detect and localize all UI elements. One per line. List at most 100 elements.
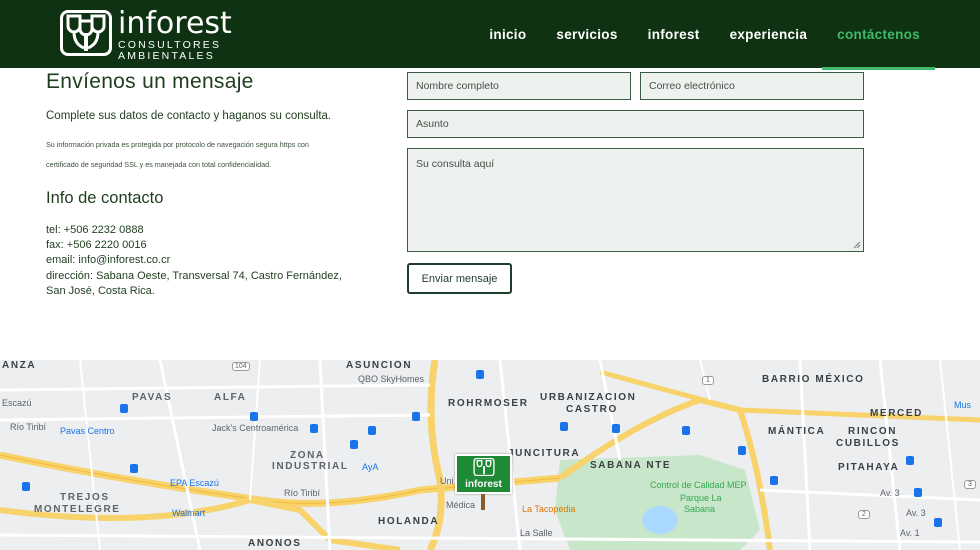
map-label-qbo: QBO SkyHomes [358,374,425,384]
brand-name: inforest [118,6,232,41]
contact-info-column: Envíenos un mensaje Complete sus datos d… [46,70,346,299]
map-label-montelegre: MONTELEGRE [34,504,121,515]
bus-stop-icon[interactable] [560,422,568,431]
bus-stop-icon[interactable] [310,424,318,433]
bus-stop-icon[interactable] [368,426,376,435]
contact-info-title: Info de contacto [46,189,164,207]
privacy-line-2: certificado de seguridad SSL y es maneja… [46,160,272,169]
map-label-juncitura: JUNCITURA [508,448,581,459]
subject-input[interactable]: Asunto [407,110,864,138]
nav-item-contactenos[interactable]: contáctenos [822,0,935,70]
bus-stop-icon[interactable] [934,518,942,527]
map-label-jacks: Jack's Centroamérica [212,423,299,433]
bus-stop-icon[interactable] [914,488,922,497]
map-label-parque: Parque La [680,493,722,503]
site-header: inforest CONSULTORES AMBIENTALES inicio … [0,0,980,70]
map-label-merced: MERCED [870,408,923,419]
page-title: Envíenos un mensaje [46,70,254,93]
route-104-shield: 104 [232,362,250,371]
map-label-asuncion: ASUNCIÓN [346,360,413,371]
bus-stop-icon[interactable] [22,482,30,491]
map-label-control: Control de Calidad MEP [650,480,747,490]
map-marker-inforest[interactable]: inforest [455,454,512,494]
map-label-holanda: HOLANDA [378,516,440,527]
map-label-medica: Médica [446,500,476,510]
lead-text: Complete sus datos de contacto y haganos… [46,110,332,122]
map-label-castro: CASTRO [566,404,618,415]
bus-stop-icon[interactable] [412,412,420,421]
map-label-rincon: RINCON [848,426,898,437]
map-label-rohrmoser: ROHRMOSER [448,398,529,409]
bus-stop-icon[interactable] [350,440,358,449]
route-1-shield: 1 [702,376,714,385]
nav-item-experiencia[interactable]: experiencia [730,0,808,68]
map-label-la-salle: La Salle [520,528,553,538]
map-label-trejos: TREJOS [60,492,110,503]
bus-stop-icon[interactable] [682,426,690,435]
map-label-alfa: ALFA [214,392,247,403]
map-label-industrial: INDUSTRIAL [272,461,349,472]
brand-logo[interactable]: inforest CONSULTORES AMBIENTALES [60,6,232,62]
map-label-escazu: Escazú [2,398,32,408]
privacy-note: Su información privada es protegida por … [46,135,346,175]
message-placeholder: Su consulta aquí [416,158,495,170]
bus-stop-icon[interactable] [130,464,138,473]
map-label-anonos: ANONOS [248,538,302,549]
route-2-shield: 2 [858,510,870,519]
brand-subtitle-2: AMBIENTALES [118,50,215,62]
map-label-epa: EPA Escazú [170,478,219,488]
map-label-urbanizacion: URBANIZACION [540,392,637,403]
map-label-zona: ZONA [290,450,325,461]
map-label-walmart: Walmart [172,508,206,518]
map-label-rio-tiribi-2: Río Tiribí [284,488,321,498]
bus-stop-icon[interactable] [612,424,620,433]
resize-handle-icon[interactable] [853,241,861,249]
privacy-line-1: Su información privada es protegida por … [46,140,309,149]
nav-item-inicio[interactable]: inicio [489,0,526,68]
map-label-barrio-mexico: BARRIO MÉXICO [762,374,865,385]
contact-details: tel: +506 2232 0888 fax: +506 2220 0016 … [46,223,346,299]
map-label-pavas: PAVAS [132,392,173,403]
main-nav: inicio servicios inforest experiencia co… [459,0,935,70]
nav-item-servicios[interactable]: servicios [556,0,617,68]
contact-address-1: dirección: Sabana Oeste, Transversal 74,… [46,269,342,282]
name-input[interactable]: Nombre completo [407,72,631,100]
email-input[interactable]: Correo electrónico [640,72,864,100]
name-placeholder: Nombre completo [416,80,499,92]
bus-stop-icon[interactable] [120,404,128,413]
map-label-sabana-nte: SABANA NTE [590,460,672,471]
map-label-anza: ANZA [2,360,37,371]
contact-email[interactable]: email: info@inforest.co.cr [46,253,346,268]
bus-stop-icon[interactable] [250,412,258,421]
contact-fax: fax: +506 2220 0016 [46,239,147,252]
map-label-pavas-centro: Pavas Centro [60,426,115,436]
map-label-rio-tiribi: Río Tiribí [10,422,47,432]
bus-stop-icon[interactable] [476,370,484,379]
map-label-mantica: MÁNTICA [768,426,826,437]
map-label-aya: AyA [362,462,379,472]
map-label-mus: Mus [954,400,972,410]
submit-button[interactable]: Enviar mensaje [407,263,512,294]
marker-stem [481,494,485,510]
bus-stop-icon[interactable] [738,446,746,455]
email-placeholder: Correo electrónico [649,80,735,92]
map-label-av1: Av. 1 [900,528,920,538]
map-label-pitahaya: PITAHAYA [838,462,900,473]
map-label-av3b: Av. 3 [906,508,926,518]
marker-label: inforest [465,479,502,490]
marker-logo-icon [472,457,495,477]
nav-item-inforest[interactable]: inforest [648,0,700,68]
map-label-la-tacopedia: La Tacopedia [522,504,576,514]
tree-logo-icon [60,10,112,56]
route-3-shield: 3 [964,480,976,489]
map-label-av3: Av. 3 [880,488,900,498]
map-label-uni: Uni [440,476,454,486]
subject-placeholder: Asunto [416,118,449,130]
map-label-cubillos: CUBILLOS [836,438,900,449]
map-label-sabana: Sabana [684,504,716,514]
contact-tel[interactable]: tel: +506 2232 0888 [46,223,346,238]
contact-address-2: San José, Costa Rica. [46,284,155,297]
bus-stop-icon[interactable] [770,476,778,485]
message-textarea[interactable]: Su consulta aquí [407,148,864,252]
bus-stop-icon[interactable] [906,456,914,465]
